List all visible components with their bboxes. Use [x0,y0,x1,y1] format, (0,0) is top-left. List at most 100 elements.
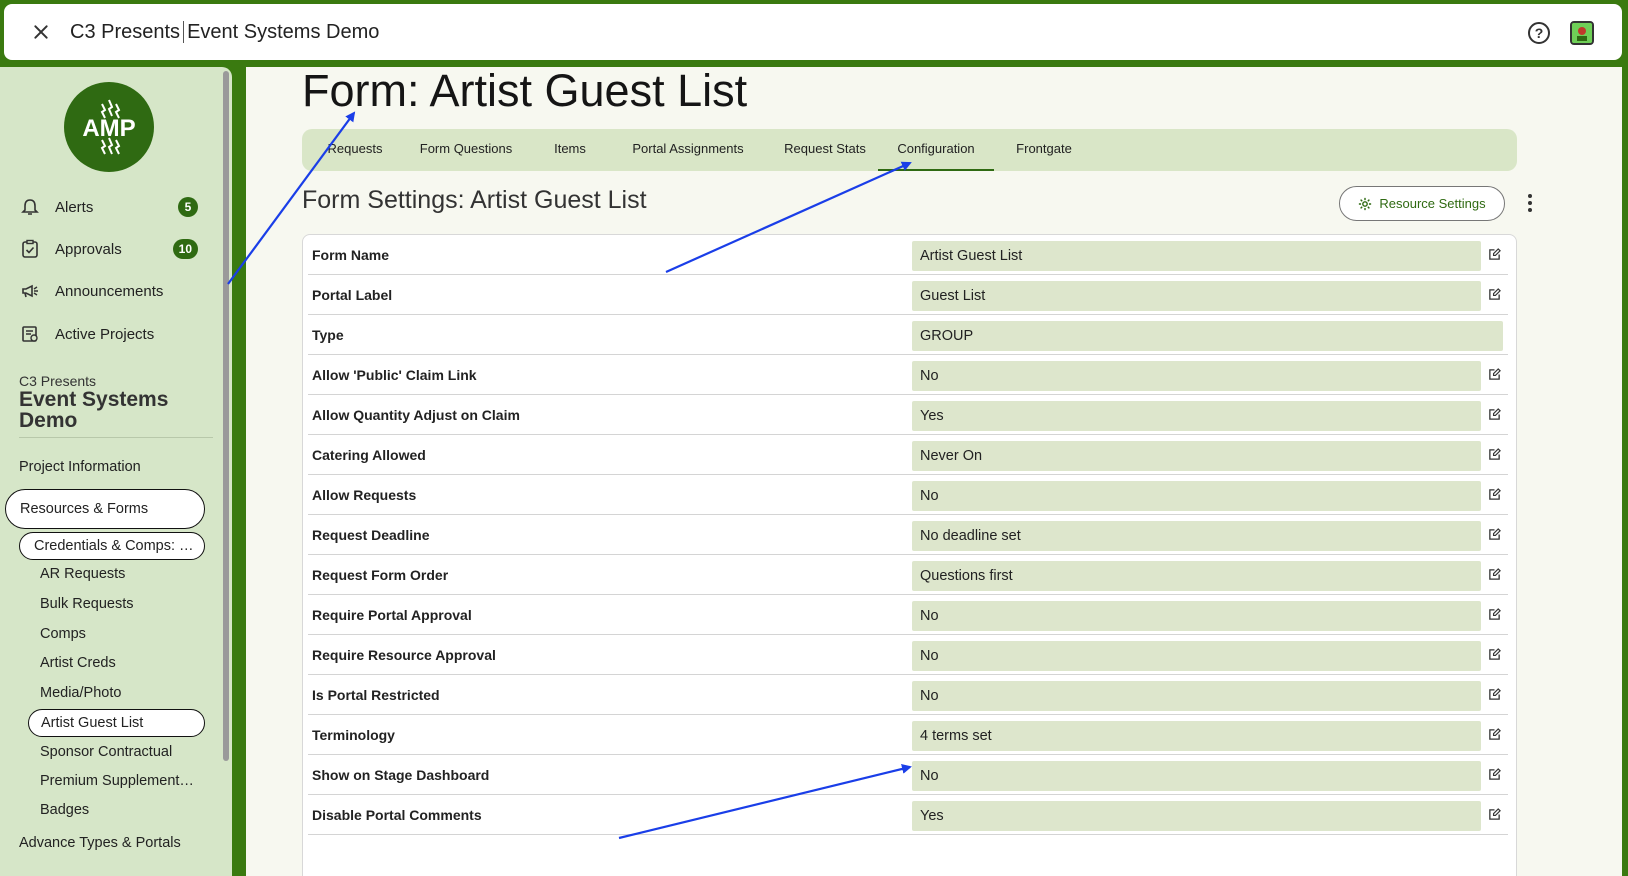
gear-icon [1359,197,1372,210]
setting-label: Allow Quantity Adjust on Claim [312,407,520,423]
table-row: Request Deadline No deadline set [308,515,1508,555]
sidebar-item-announcements[interactable]: Announcements [20,278,200,304]
table-row: Catering Allowed Never On [308,435,1508,475]
tab-request-stats[interactable]: Request Stats [775,129,875,171]
settings-table: Form Name Artist Guest List Portal Label… [302,234,1517,876]
bell-icon [21,199,39,215]
sidebar-item-label: Approvals [55,240,122,258]
setting-value[interactable]: Guest List [912,281,1481,311]
setting-label: Show on Stage Dashboard [312,767,490,783]
edit-icon[interactable] [1488,688,1501,701]
setting-label: Is Portal Restricted [312,687,440,703]
setting-value[interactable]: No [912,681,1481,711]
sidebar-subitem-premium-supplement[interactable]: Premium Supplement… [40,773,192,789]
title-separator [183,21,185,43]
sidebar-item-alerts[interactable]: Alerts 5 [20,194,200,220]
alerts-count-badge: 5 [178,197,198,217]
setting-label: Require Resource Approval [312,647,496,663]
resource-settings-label: Resource Settings [1379,196,1486,211]
project-org: C3 Presents [19,373,97,389]
table-row: Form Name Artist Guest List [308,235,1508,275]
setting-value[interactable]: No [912,641,1481,671]
sidebar-scrollbar[interactable] [223,71,229,761]
edit-icon[interactable] [1488,488,1501,501]
sidebar-subitem-artist-creds[interactable]: Artist Creds [40,655,116,671]
table-row: Require Portal Approval No [308,595,1508,635]
close-icon[interactable] [30,21,52,43]
sidebar-item-resources-forms[interactable]: Resources & Forms [5,489,205,529]
setting-value[interactable]: Artist Guest List [912,241,1481,271]
table-row: Type GROUP [308,315,1508,355]
app-project: Event Systems Demo [187,20,380,43]
edit-icon[interactable] [1488,288,1501,301]
setting-value[interactable]: Questions first [912,561,1481,591]
setting-value[interactable]: No [912,361,1481,391]
setting-value[interactable]: Yes [912,401,1481,431]
help-icon[interactable]: ? [1528,22,1550,44]
tab-frontgate[interactable]: Frontgate [1007,129,1081,171]
setting-value[interactable]: 4 terms set [912,721,1481,751]
sidebar-item-label: Announcements [55,282,164,300]
setting-value[interactable]: Never On [912,441,1481,471]
edit-icon[interactable] [1488,648,1501,661]
top-bar: C3 Presents Event Systems Demo ? [4,4,1622,60]
section-title: Form Settings: Artist Guest List [302,186,647,214]
table-row: Show on Stage Dashboard No [308,755,1508,795]
sidebar-item-approvals[interactable]: Approvals 10 [20,236,200,262]
setting-label: Terminology [312,727,395,743]
table-row: Terminology 4 terms set [308,715,1508,755]
projects-icon [22,326,38,342]
app-title: C3 Presents Event Systems Demo [70,21,379,44]
setting-label: Disable Portal Comments [312,807,482,823]
setting-value[interactable]: No [912,601,1481,631]
sidebar-subitem-comps[interactable]: Comps [40,626,86,642]
edit-icon[interactable] [1488,448,1501,461]
setting-value[interactable]: Yes [912,801,1481,831]
sidebar: AMP Alerts 5 Approvals 10 Announcements … [0,67,232,876]
edit-icon[interactable] [1488,568,1501,581]
edit-icon[interactable] [1488,528,1501,541]
setting-label: Request Deadline [312,527,430,543]
resource-settings-button[interactable]: Resource Settings [1339,186,1505,221]
setting-label: Portal Label [312,287,393,303]
tab-requests[interactable]: Requests [320,129,390,171]
tab-form-questions[interactable]: Form Questions [414,129,518,171]
edit-icon[interactable] [1488,408,1501,421]
setting-label: Allow Requests [312,487,417,503]
amp-logo[interactable]: AMP [64,82,154,172]
project-name: Event Systems Demo [19,388,169,432]
sidebar-subitem-sponsor-contractual[interactable]: Sponsor Contractual [40,744,172,760]
setting-value[interactable]: No deadline set [912,521,1481,551]
edit-icon[interactable] [1488,768,1501,781]
sidebar-item-project-information[interactable]: Project Information [19,459,141,475]
clipboard-check-icon [22,239,38,258]
sidebar-divider [19,437,213,438]
sidebar-subitem-badges[interactable]: Badges [40,802,89,818]
sidebar-subitem-bulk-requests[interactable]: Bulk Requests [40,596,134,612]
table-row: Request Form Order Questions first [308,555,1508,595]
sidebar-subitem-artist-guest-list[interactable]: Artist Guest List [28,709,205,737]
sidebar-subitem-ar-requests[interactable]: AR Requests [40,566,125,582]
setting-value[interactable]: No [912,481,1481,511]
tab-items[interactable]: Items [542,129,598,171]
tab-portal-assignments[interactable]: Portal Assignments [620,129,756,171]
sidebar-item-active-projects[interactable]: Active Projects [20,321,200,347]
table-row: Allow 'Public' Claim Link No [308,355,1508,395]
tab-configuration[interactable]: Configuration [878,129,994,171]
setting-label: Request Form Order [312,567,449,583]
edit-icon[interactable] [1488,808,1501,821]
sidebar-item-advance-types-portals[interactable]: Advance Types & Portals [19,835,181,851]
edit-icon[interactable] [1488,368,1501,381]
setting-value[interactable]: No [912,761,1481,791]
main-content: Form: Artist Guest List Requests Form Qu… [246,65,1622,876]
edit-icon[interactable] [1488,728,1501,741]
edit-icon[interactable] [1488,248,1501,261]
edit-icon[interactable] [1488,608,1501,621]
sidebar-item-credentials-comps[interactable]: Credentials & Comps: … [19,532,205,560]
app-org: C3 Presents [70,20,181,43]
approvals-count-badge: 10 [172,239,198,259]
sidebar-subitem-media-photo[interactable]: Media/Photo [40,685,121,701]
avatar[interactable] [1570,21,1594,45]
table-row: Portal Label Guest List [308,275,1508,315]
more-options-icon[interactable] [1523,190,1537,216]
